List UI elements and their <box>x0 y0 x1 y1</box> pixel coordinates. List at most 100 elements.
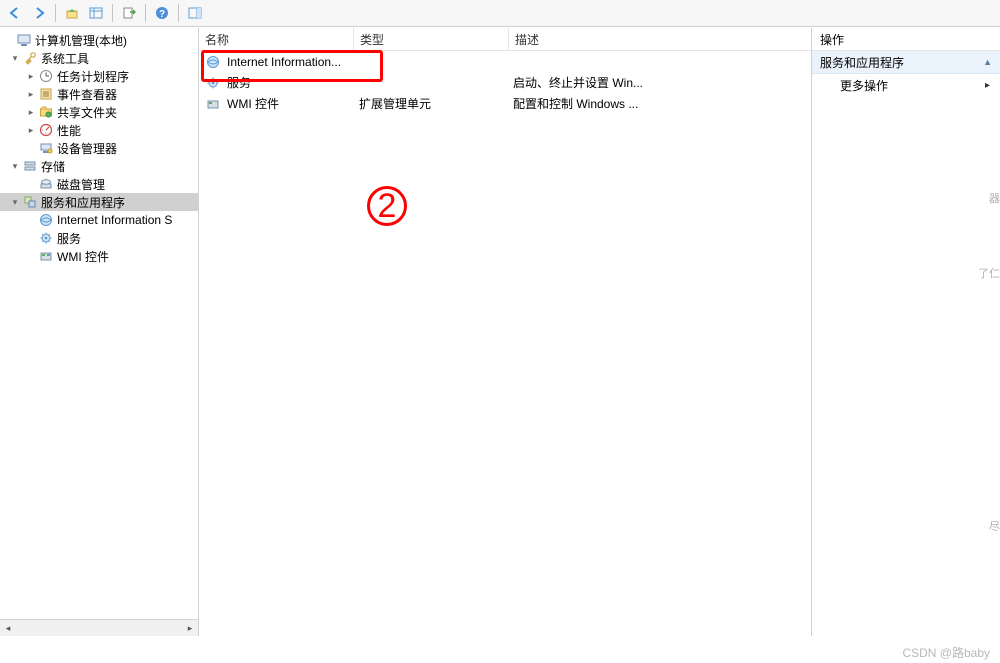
show-action-pane-button[interactable] <box>184 2 206 24</box>
gear-icon <box>38 230 54 246</box>
tree-label: 系统工具 <box>41 50 89 67</box>
tree-item-wmi[interactable]: WMI 控件 <box>0 247 198 265</box>
tree-label: WMI 控件 <box>57 248 109 265</box>
back-button[interactable] <box>4 2 26 24</box>
column-header-name[interactable]: 名称 <box>199 28 354 50</box>
tree-label: 设备管理器 <box>57 140 117 157</box>
iis-icon <box>38 212 54 228</box>
tree-label: 共享文件夹 <box>57 104 117 121</box>
expander-closed-icon[interactable]: ▸ <box>24 71 38 82</box>
toolbar-separator <box>112 4 113 22</box>
svg-text:?: ? <box>159 9 165 20</box>
actions-item-label: 更多操作 <box>840 77 888 94</box>
tree-label: Internet Information S <box>57 213 172 227</box>
event-viewer-icon <box>38 86 54 102</box>
wmi-icon <box>205 96 221 112</box>
tree-item-iis[interactable]: Internet Information S <box>0 211 198 229</box>
clock-icon <box>38 68 54 84</box>
list-row-services[interactable]: 服务 启动、终止并设置 Win... <box>199 72 811 93</box>
gear-icon <box>205 75 221 91</box>
performance-icon <box>38 122 54 138</box>
content-pane: 名称 类型 描述 Internet Information... 服务 启动、终… <box>199 28 812 636</box>
help-button[interactable]: ? <box>151 2 173 24</box>
annotation-circle: 2 <box>367 186 407 226</box>
toolbar-separator <box>55 4 56 22</box>
services-apps-icon <box>22 194 38 210</box>
edge-text: 器 <box>989 190 1000 206</box>
cell-text: 启动、终止并设置 Win... <box>507 74 811 91</box>
tree-label: 性能 <box>57 122 81 139</box>
tree-item-shared-folders[interactable]: ▸ 共享文件夹 <box>0 103 198 121</box>
layout-icon <box>89 6 103 20</box>
list-row-wmi[interactable]: WMI 控件 扩展管理单元 配置和控制 Windows ... <box>199 93 811 114</box>
shared-folder-icon <box>38 104 54 120</box>
panes-button[interactable] <box>85 2 107 24</box>
up-button[interactable] <box>61 2 83 24</box>
tree-item-disk-management[interactable]: 磁盘管理 <box>0 175 198 193</box>
tree-item-services[interactable]: 服务 <box>0 229 198 247</box>
expander-open-icon[interactable]: ▾ <box>8 197 22 208</box>
actions-category[interactable]: 服务和应用程序 ▲ <box>812 51 1000 74</box>
expander-open-icon[interactable]: ▾ <box>8 161 22 172</box>
actions-item-more[interactable]: 更多操作 ▸ <box>812 74 1000 96</box>
tree-label: 服务 <box>57 230 81 247</box>
tree-item-performance[interactable]: ▸ 性能 <box>0 121 198 139</box>
expander-closed-icon[interactable]: ▸ <box>24 125 38 136</box>
collapse-icon: ▲ <box>983 57 992 67</box>
iis-icon <box>205 54 221 70</box>
cell-text: WMI 控件 <box>227 95 279 112</box>
edge-text: 尽 <box>989 518 1000 534</box>
toolbar-separator <box>145 4 146 22</box>
tree-root[interactable]: 计算机管理(本地) <box>0 31 198 49</box>
tree-item-device-manager[interactable]: 设备管理器 <box>0 139 198 157</box>
export-icon <box>122 6 136 20</box>
cell-text: 服务 <box>227 74 251 91</box>
arrow-left-icon <box>8 6 22 20</box>
expander-closed-icon[interactable]: ▸ <box>24 89 38 100</box>
toolbar-separator <box>178 4 179 22</box>
tree-label: 服务和应用程序 <box>41 194 125 211</box>
list-row-iis[interactable]: Internet Information... <box>199 51 811 72</box>
content-header: 名称 类型 描述 <box>199 28 811 51</box>
column-header-type[interactable]: 类型 <box>354 28 509 50</box>
tree-item-task-scheduler[interactable]: ▸ 任务计划程序 <box>0 67 198 85</box>
export-button[interactable] <box>118 2 140 24</box>
cell-text: 扩展管理单元 <box>353 95 507 112</box>
scroll-right-icon[interactable]: ▸ <box>182 621 198 635</box>
tree-item-system-tools[interactable]: ▾ 系统工具 <box>0 49 198 67</box>
chevron-right-icon: ▸ <box>985 80 990 91</box>
actions-pane: 操作 服务和应用程序 ▲ 更多操作 ▸ <box>812 28 1000 636</box>
column-header-desc[interactable]: 描述 <box>509 28 811 50</box>
watermark: CSDN @路baby <box>902 644 990 661</box>
forward-button[interactable] <box>28 2 50 24</box>
tools-icon <box>22 50 38 66</box>
tree-item-storage[interactable]: ▾ 存储 <box>0 157 198 175</box>
actions-pane-title: 操作 <box>812 28 1000 51</box>
tree-item-services-apps[interactable]: ▾ 服务和应用程序 <box>0 193 198 211</box>
tree-pane: 计算机管理(本地) ▾ 系统工具 ▸ 任务计划程序 ▸ 事件查看器 ▸ 共享文件 <box>0 28 199 636</box>
tree-label: 磁盘管理 <box>57 176 105 193</box>
edge-text: 了仁 <box>978 265 1000 281</box>
main-area: 计算机管理(本地) ▾ 系统工具 ▸ 任务计划程序 ▸ 事件查看器 ▸ 共享文件 <box>0 27 1000 636</box>
tree-label: 计算机管理(本地) <box>35 32 127 49</box>
storage-icon <box>22 158 38 174</box>
cell-text: Internet Information... <box>227 55 341 69</box>
cell-text: 配置和控制 Windows ... <box>507 95 811 112</box>
tree-horizontal-scrollbar[interactable]: ◂ ▸ <box>0 619 198 636</box>
folder-up-icon <box>65 6 79 20</box>
disk-icon <box>38 176 54 192</box>
tree: 计算机管理(本地) ▾ 系统工具 ▸ 任务计划程序 ▸ 事件查看器 ▸ 共享文件 <box>0 28 198 268</box>
tree-label: 任务计划程序 <box>57 68 129 85</box>
tree-item-event-viewer[interactable]: ▸ 事件查看器 <box>0 85 198 103</box>
actions-category-label: 服务和应用程序 <box>820 54 904 71</box>
content-body: Internet Information... 服务 启动、终止并设置 Win.… <box>199 51 811 114</box>
scroll-left-icon[interactable]: ◂ <box>0 621 16 635</box>
wmi-icon <box>38 248 54 264</box>
computer-icon <box>16 32 32 48</box>
expander-closed-icon[interactable]: ▸ <box>24 107 38 118</box>
arrow-right-icon <box>32 6 46 20</box>
tree-label: 事件查看器 <box>57 86 117 103</box>
expander-open-icon[interactable]: ▾ <box>8 53 22 64</box>
help-icon: ? <box>155 6 169 20</box>
tree-label: 存储 <box>41 158 65 175</box>
